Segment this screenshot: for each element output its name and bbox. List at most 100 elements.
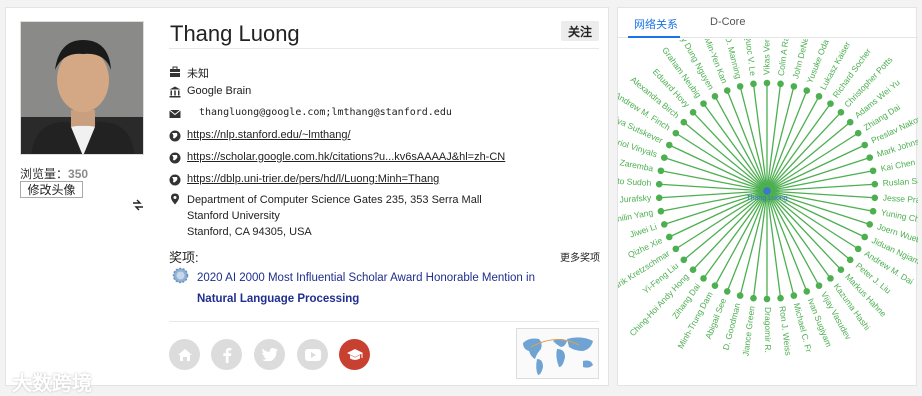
edit-avatar-button[interactable]: 修改头像 (20, 181, 83, 198)
network-node[interactable] (827, 100, 834, 107)
network-node[interactable] (815, 93, 823, 100)
network-node[interactable] (790, 83, 798, 90)
network-node-label: Jiance Green (740, 305, 756, 357)
network-node[interactable] (660, 221, 668, 228)
follow-button[interactable]: 关注 (561, 21, 599, 41)
network-node[interactable] (866, 221, 874, 228)
network-center-node[interactable] (763, 187, 771, 195)
tab-dcore[interactable]: D-Core (710, 16, 745, 28)
network-node[interactable] (846, 118, 854, 126)
network-node[interactable] (655, 180, 663, 188)
network-node[interactable] (711, 282, 719, 289)
network-node-label: Zhilin Yang (618, 207, 654, 225)
network-node[interactable] (803, 87, 811, 94)
title-row: 未知 (169, 65, 209, 81)
network-node[interactable] (846, 256, 854, 264)
globe-icon (169, 152, 181, 164)
network-node-label: Vikas Verma (761, 39, 771, 75)
network-node[interactable] (700, 100, 707, 107)
email-text: thangluong@google.com;lmthang@stanford.e… (199, 107, 452, 118)
youtube-social-button[interactable] (297, 339, 328, 370)
network-edge (766, 190, 795, 296)
network-node[interactable] (665, 141, 673, 149)
avatar (20, 21, 144, 155)
network-node-label: Ron J. Weiss (777, 305, 793, 356)
network-node[interactable] (803, 288, 811, 295)
swap-icon[interactable] (130, 198, 146, 212)
network-node[interactable] (655, 194, 663, 202)
network-center-label: Thang Luong (746, 195, 787, 202)
network-node[interactable] (837, 108, 845, 116)
dblp-row: https://dblp.uni-trier.de/pers/hd/l/Luon… (169, 173, 439, 186)
youtube-icon (304, 348, 321, 361)
address-line-3: Stanford, CA 94305, USA (187, 226, 312, 238)
award-item[interactable]: 2020 AI 2000 Most Influential Scholar Aw… (197, 268, 577, 310)
network-node[interactable] (866, 154, 874, 161)
scholar-social-button[interactable] (339, 339, 370, 370)
address-line-1: Department of Computer Science Gates 235… (187, 194, 482, 206)
network-edge (766, 144, 865, 192)
network-node[interactable] (657, 167, 665, 175)
network-node[interactable] (777, 294, 784, 302)
network-node[interactable] (680, 118, 688, 126)
network-node[interactable] (854, 245, 862, 253)
network-node[interactable] (750, 294, 757, 302)
title-text: 未知 (187, 68, 209, 80)
network-node[interactable] (815, 282, 823, 289)
network-node[interactable] (861, 233, 869, 241)
home-social-button[interactable] (169, 339, 200, 370)
footer-divider (169, 321, 599, 322)
globe-icon (169, 174, 181, 186)
network-node[interactable] (657, 207, 665, 215)
network-node[interactable] (736, 83, 744, 90)
network-node[interactable] (861, 141, 869, 149)
more-awards-link[interactable]: 更多奖项 (560, 249, 600, 264)
network-node[interactable] (837, 266, 845, 274)
homepage-link[interactable]: https://nlp.stanford.edu/~lmthang/ (187, 129, 351, 141)
network-node[interactable] (750, 80, 757, 88)
network-node[interactable] (680, 256, 688, 264)
network-node[interactable] (871, 194, 879, 202)
network-node[interactable] (672, 245, 680, 253)
network-node[interactable] (763, 295, 771, 303)
network-node[interactable] (854, 129, 862, 137)
network-node[interactable] (672, 129, 680, 137)
address-row: Department of Computer Science Gates 235… (169, 192, 482, 240)
network-node[interactable] (665, 233, 673, 241)
network-node[interactable] (660, 154, 668, 161)
network-node-label: Dragomir R. (763, 307, 773, 353)
email-row: thangluong@google.com;lmthang@stanford.e… (169, 107, 452, 120)
network-node[interactable] (777, 80, 784, 88)
network-node[interactable] (790, 292, 798, 299)
network-node[interactable] (711, 93, 719, 100)
network-node[interactable] (736, 292, 744, 299)
twitter-social-button[interactable] (254, 339, 285, 370)
network-node-label: Jesse Prab (883, 193, 918, 206)
dblp-link[interactable]: https://dblp.uni-trier.de/pers/hd/l/Luon… (187, 173, 439, 185)
network-node[interactable] (723, 288, 731, 295)
profile-name: Thang Luong (170, 21, 300, 46)
network-panel: 网络关系 D-Core Vikas Verma Colin A Raff John … (617, 7, 918, 386)
network-node[interactable] (869, 207, 877, 215)
network-node[interactable] (827, 275, 834, 282)
award-line-1: 2020 AI 2000 Most Influential Scholar Aw… (197, 272, 535, 284)
address: Department of Computer Science Gates 235… (187, 192, 482, 240)
network-node[interactable] (700, 275, 707, 282)
network-edge (766, 86, 795, 192)
network-node[interactable] (763, 79, 771, 87)
network-node-label: Kai Chen (880, 157, 916, 173)
coauthor-network-graph[interactable]: Vikas Verma Colin A RaffJohn DeNeroYusuke… (618, 39, 918, 385)
network-node[interactable] (689, 108, 697, 116)
network-edge (669, 144, 768, 192)
home-icon (177, 348, 192, 361)
world-map-thumbnail[interactable] (516, 328, 599, 379)
globe-icon (169, 130, 181, 142)
network-node[interactable] (723, 87, 731, 94)
network-node[interactable] (689, 266, 697, 274)
facebook-social-button[interactable] (211, 339, 242, 370)
network-node[interactable] (871, 180, 879, 188)
scholar-link[interactable]: https://scholar.google.com.hk/citations?… (187, 151, 505, 163)
header-divider (169, 48, 599, 49)
network-node[interactable] (869, 167, 877, 175)
tab-network[interactable]: 网络关系 (634, 16, 678, 32)
